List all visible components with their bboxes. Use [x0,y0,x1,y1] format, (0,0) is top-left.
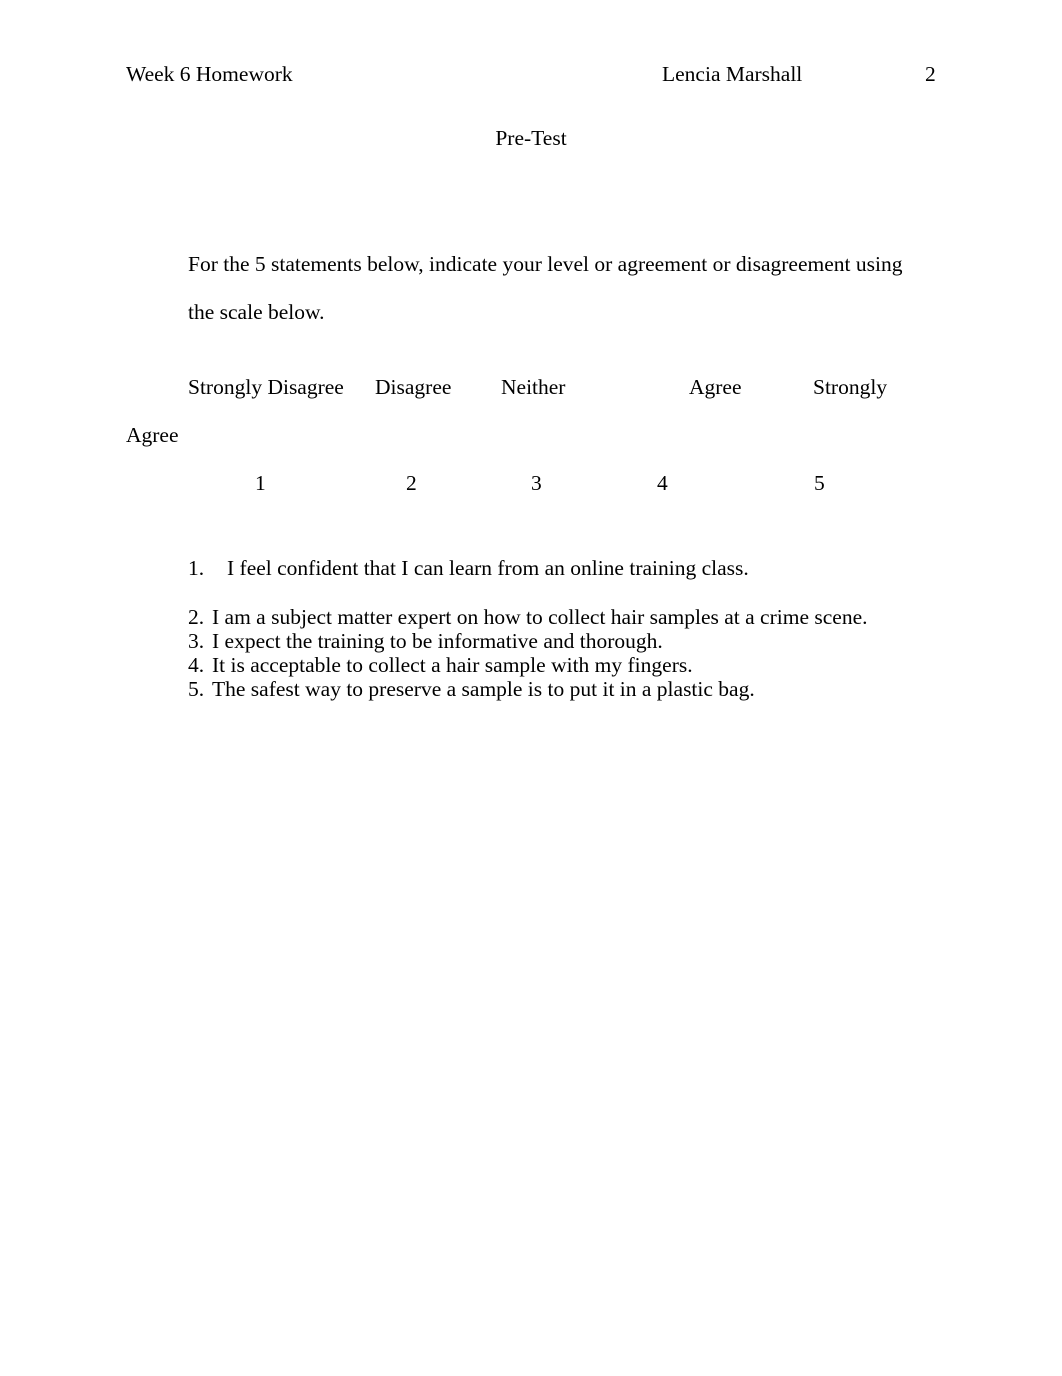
scale-number-1: 1 [255,471,266,495]
scale-label-strongly-disagree: Strongly Disagree [188,375,344,399]
scale-label-strongly-agree-wrap: Agree [126,423,179,447]
statement-text: It is acceptable to collect a hair sampl… [212,653,693,677]
list-item: 4. It is acceptable to collect a hair sa… [188,653,928,677]
statements-list: 1. I feel confident that I can learn fro… [188,556,928,701]
scale-number-3: 3 [531,471,542,495]
scale-number-5: 5 [814,471,825,495]
document-running-header: Week 6 Homework Lencia Marshall 2 [126,60,936,88]
statement-text: I feel confident that I can learn from a… [227,556,749,580]
scale-label-disagree: Disagree [375,375,452,399]
header-page-number: 2 [925,62,936,86]
header-author-name: Lencia Marshall [662,62,803,86]
scale-number-4: 4 [657,471,668,495]
list-item: 2. I am a subject matter expert on how t… [188,605,928,629]
statement-number: 2. [188,605,205,629]
likert-scale-numbers: 1 2 3 4 5 [126,459,936,507]
instructions-paragraph: For the 5 statements below, indicate you… [188,251,903,324]
list-item: 5. The safest way to preserve a sample i… [188,677,928,701]
statement-number: 5. [188,677,205,701]
header-assignment-title: Week 6 Homework [126,62,293,86]
list-item: 3. I expect the training to be informati… [188,629,928,653]
statement-number: 3. [188,629,205,653]
document-page: Week 6 Homework Lencia Marshall 2 Pre-Te… [0,0,1062,1376]
scale-label-strongly: Strongly [813,375,888,399]
page-title-row: Pre-Test [0,124,1062,152]
page-title: Pre-Test [495,126,567,150]
statement-number: 1. [188,556,205,580]
statement-text: I am a subject matter expert on how to c… [212,605,868,629]
statement-text: I expect the training to be informative … [212,629,663,653]
scale-number-2: 2 [406,471,417,495]
scale-label-agree: Agree [689,375,742,399]
list-item: 1. I feel confident that I can learn fro… [188,556,928,605]
likert-scale-labels: Strongly Disagree Disagree Neither Agree… [126,363,936,459]
scale-label-neither: Neither [501,375,566,399]
statement-number: 4. [188,653,205,677]
statement-text: The safest way to preserve a sample is t… [212,677,755,701]
